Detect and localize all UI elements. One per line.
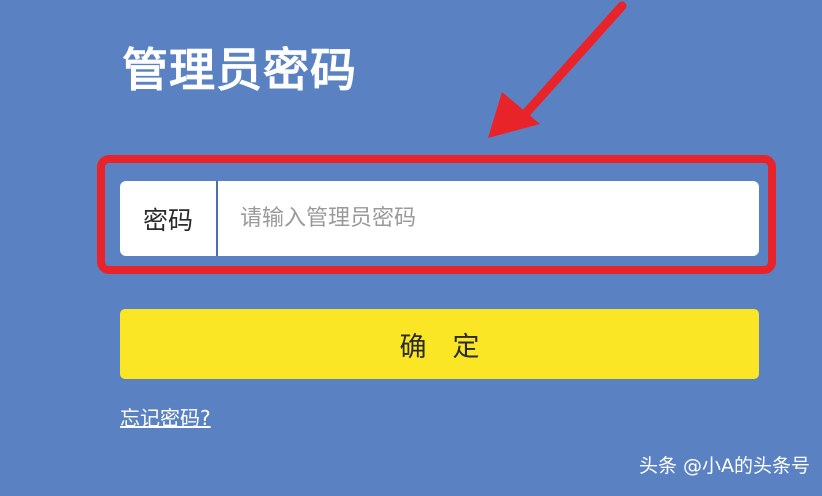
password-input[interactable] (218, 181, 759, 256)
page-title: 管理员密码 (122, 43, 357, 97)
watermark: 头条 @小A的头条号 (638, 455, 810, 477)
password-field: 密码 (120, 181, 759, 256)
password-label: 密码 (120, 181, 218, 256)
confirm-button[interactable]: 确定 (120, 309, 759, 379)
forgot-password-link[interactable]: 忘记密码? (120, 402, 211, 431)
